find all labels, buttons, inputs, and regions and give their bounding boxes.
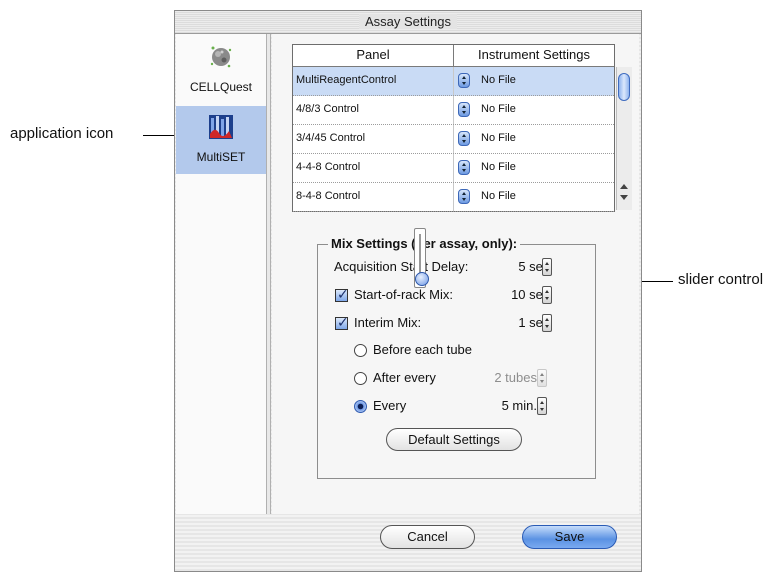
table-row[interactable]: MultiReagentControl No File: [293, 67, 614, 96]
scroll-up-arrow-icon[interactable]: [620, 184, 628, 189]
scroll-down-arrow-icon[interactable]: [620, 195, 628, 200]
radio-before-each-tube[interactable]: [354, 344, 367, 357]
table-row[interactable]: 8-4-8 Control No File: [293, 183, 614, 212]
cancel-button[interactable]: Cancel: [380, 525, 475, 549]
checkmark-icon: ✓: [337, 286, 349, 302]
table-vertical-scrollbar[interactable]: [616, 67, 632, 210]
sidebar-item-label: CELLQuest: [189, 80, 253, 94]
instrument-settings-popup[interactable]: [458, 160, 470, 175]
sidebar-item-label: MultiSET: [196, 150, 246, 164]
default-settings-button[interactable]: Default Settings: [386, 428, 522, 451]
settings-panel: Panel Instrument Settings MultiReagentCo…: [272, 34, 639, 514]
panel-name: 8-4-8 Control: [296, 190, 361, 202]
panel-table: Panel Instrument Settings MultiReagentCo…: [292, 44, 632, 212]
column-header-panel[interactable]: Panel: [293, 47, 453, 62]
before-each-tube-label: Before each tube: [373, 342, 473, 357]
panel-name: MultiReagentControl: [296, 74, 397, 86]
every-label: Every: [373, 398, 407, 413]
dialog-button-bar: Cancel Save: [175, 516, 641, 572]
application-sidebar: CELLQuest MultiSET: [176, 34, 266, 514]
column-header-instrument-settings[interactable]: Instrument Settings: [454, 47, 614, 62]
mix-settings-group: Mix Settings (per assay, only): Acquisit…: [317, 236, 596, 479]
instrument-setting-value: No File: [481, 103, 516, 115]
start-of-rack-checkbox[interactable]: ✓: [335, 286, 349, 302]
instrument-setting-value: No File: [481, 190, 516, 202]
acquisition-delay-stepper[interactable]: [542, 258, 552, 276]
every-stepper[interactable]: [537, 397, 547, 415]
table-row[interactable]: 4/8/3 Control No File: [293, 96, 614, 125]
panel-name: 3/4/45 Control: [296, 132, 366, 144]
instrument-settings-popup[interactable]: [458, 131, 470, 146]
table-header: Panel Instrument Settings: [293, 45, 614, 67]
instrument-setting-value: No File: [481, 74, 516, 86]
panel-name: 4/8/3 Control: [296, 103, 359, 115]
instrument-setting-value: No File: [481, 161, 516, 173]
slider-knob[interactable]: [415, 272, 429, 286]
sidebar-item-cellquest[interactable]: CELLQuest: [176, 36, 266, 104]
callout-slider-control: slider control: [678, 271, 764, 288]
sidebar-divider[interactable]: [266, 34, 271, 514]
after-every-value: 2 tubes: [494, 370, 537, 385]
cellquest-app-icon: [207, 42, 235, 72]
radio-after-every[interactable]: [354, 372, 367, 385]
after-every-label: After every: [373, 370, 436, 385]
table-row[interactable]: 4-4-8 Control No File: [293, 154, 614, 183]
sidebar-item-multiset[interactable]: MultiSET: [176, 106, 266, 174]
assay-settings-window: Assay Settings CELLQuest MultiSET Panel …: [174, 10, 642, 572]
interim-mix-label: Interim Mix:: [354, 315, 422, 330]
after-every-stepper[interactable]: [537, 369, 547, 387]
interim-mix-checkbox[interactable]: ✓: [335, 314, 349, 330]
checkmark-icon: ✓: [337, 314, 349, 330]
start-of-rack-stepper[interactable]: [542, 286, 552, 304]
panel-name: 4-4-8 Control: [296, 161, 361, 173]
instrument-settings-popup[interactable]: [458, 73, 470, 88]
every-value: 5 min.: [501, 398, 537, 413]
instrument-setting-value: No File: [481, 132, 516, 144]
window-title: Assay Settings: [359, 14, 457, 29]
save-button[interactable]: Save: [522, 525, 617, 549]
instrument-settings-popup[interactable]: [458, 189, 470, 204]
interim-mix-stepper[interactable]: [542, 314, 552, 332]
multiset-app-icon: [207, 112, 235, 142]
title-bar[interactable]: Assay Settings: [175, 11, 641, 34]
table-row[interactable]: 3/4/45 Control No File: [293, 125, 614, 154]
callout-application-icon: application icon: [10, 125, 114, 142]
start-of-rack-label: Start-of-rack Mix:: [354, 287, 453, 302]
acquisition-delay-label: Acquisition Start Delay:: [334, 259, 469, 274]
scroll-thumb[interactable]: [618, 73, 630, 101]
radio-every[interactable]: [354, 400, 367, 413]
instrument-settings-popup[interactable]: [458, 102, 470, 117]
